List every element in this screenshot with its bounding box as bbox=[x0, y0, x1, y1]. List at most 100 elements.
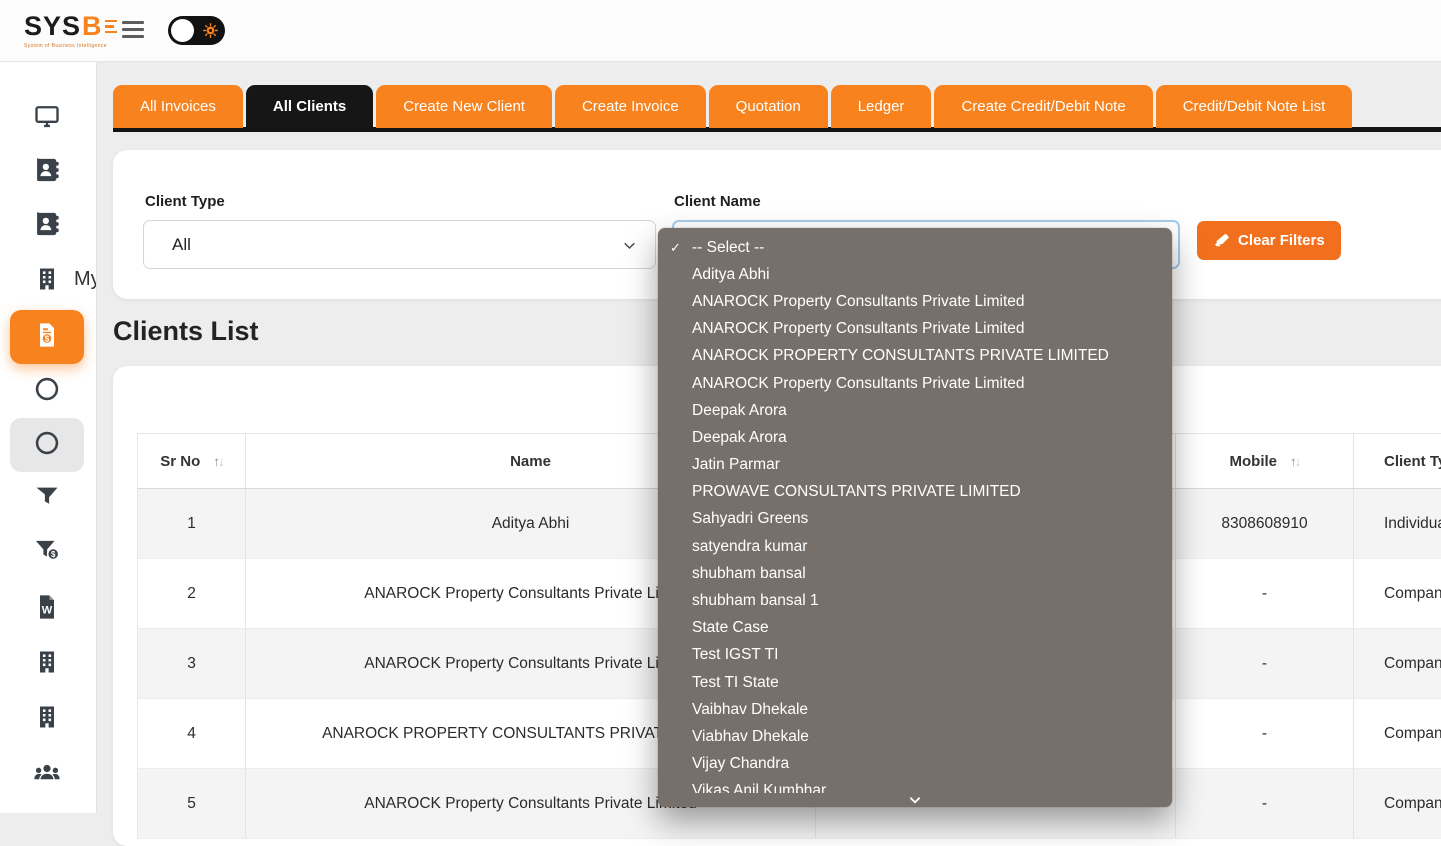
tab-bar: All InvoicesAll ClientsCreate New Client… bbox=[113, 85, 1441, 128]
client-type-select[interactable]: All bbox=[143, 220, 656, 269]
tab-create-new-client[interactable]: Create New Client bbox=[376, 85, 552, 128]
address-book-icon bbox=[33, 156, 61, 189]
sidebar-item-address-book-2[interactable] bbox=[10, 199, 84, 253]
sidebar-item-building-10[interactable] bbox=[10, 637, 84, 691]
dropdown-option[interactable]: Vaibhav Dhekale bbox=[658, 696, 1172, 723]
invoice-dollar-icon: $ bbox=[33, 321, 61, 354]
chevron-down-icon bbox=[622, 238, 637, 253]
dropdown-option-label: ANAROCK Property Consultants Private Lim… bbox=[692, 320, 1025, 338]
cell-mobile: - bbox=[1176, 559, 1354, 629]
dropdown-option-label: -- Select -- bbox=[692, 239, 764, 257]
sidebar-item-filter-dollar-8[interactable]: $ bbox=[10, 524, 84, 578]
sidebar-item-building-11[interactable] bbox=[10, 692, 84, 746]
monitor-icon bbox=[33, 102, 61, 135]
sidebar-item-label: My bbox=[74, 268, 97, 291]
sort-icon[interactable]: ↑↓ bbox=[213, 454, 223, 469]
svg-text:$: $ bbox=[51, 549, 56, 558]
dropdown-option-label: ANAROCK PROPERTY CONSULTANTS PRIVATE LIM… bbox=[692, 347, 1109, 365]
dropdown-option-label: Deepak Arora bbox=[692, 429, 787, 447]
dropdown-option[interactable]: Aditya Abhi bbox=[658, 261, 1172, 288]
theme-toggle[interactable] bbox=[168, 16, 225, 45]
building-icon bbox=[33, 703, 61, 736]
column-header-client-type: Client Type bbox=[1354, 434, 1441, 489]
sidebar-item-address-book-1[interactable] bbox=[10, 145, 84, 199]
dropdown-option[interactable]: Deepak Arora bbox=[658, 397, 1172, 424]
dropdown-option[interactable]: shubham bansal 1 bbox=[658, 587, 1172, 614]
tab-all-clients[interactable]: All Clients bbox=[246, 85, 373, 128]
dropdown-option-label: Sahyadri Greens bbox=[692, 510, 808, 528]
dropdown-option[interactable]: State Case bbox=[658, 615, 1172, 642]
menu-icon[interactable] bbox=[122, 21, 144, 42]
dropdown-option-label: Aditya Abhi bbox=[692, 266, 770, 284]
cell-client_type: Individual bbox=[1354, 489, 1441, 559]
gear-icon bbox=[202, 22, 219, 39]
logo-text: SYS bbox=[24, 11, 81, 42]
dropdown-option[interactable]: Vijay Chandra bbox=[658, 751, 1172, 778]
app-logo[interactable]: SYSB System of Business Intelligence bbox=[24, 11, 117, 49]
dropdown-option-label: Test IGST TI bbox=[692, 646, 778, 664]
dropdown-option-label: ANAROCK Property Consultants Private Lim… bbox=[692, 375, 1025, 393]
tab-ledger[interactable]: Ledger bbox=[831, 85, 932, 128]
sidebar-item-circle-outline-6[interactable] bbox=[10, 418, 84, 472]
building-icon bbox=[33, 265, 61, 298]
page-title: Clients List bbox=[113, 316, 259, 347]
sidebar-item-circle-outline-5[interactable] bbox=[10, 364, 84, 418]
dropdown-option[interactable]: ✓ -- Select -- bbox=[658, 234, 1172, 261]
cell-sr: 5 bbox=[138, 769, 246, 839]
sidebar: My $ $ W bbox=[0, 62, 97, 813]
column-header-sr-no[interactable]: Sr No↑↓ bbox=[138, 434, 246, 489]
tab-credit-debit-note-list[interactable]: Credit/Debit Note List bbox=[1156, 85, 1353, 128]
tab-create-credit-debit-note[interactable]: Create Credit/Debit Note bbox=[934, 85, 1152, 128]
tab-all-invoices[interactable]: All Invoices bbox=[113, 85, 243, 128]
dropdown-option[interactable]: Deepak Arora bbox=[658, 424, 1172, 451]
cell-client_type: Company bbox=[1354, 629, 1441, 699]
dropdown-option[interactable]: ANAROCK PROPERTY CONSULTANTS PRIVATE LIM… bbox=[658, 343, 1172, 370]
dropdown-option[interactable]: Test TI State bbox=[658, 669, 1172, 696]
tab-quotation[interactable]: Quotation bbox=[709, 85, 828, 128]
dropdown-option-label: satyendra kumar bbox=[692, 538, 807, 556]
sidebar-item-users-12[interactable] bbox=[10, 747, 84, 801]
dropdown-option[interactable]: ANAROCK Property Consultants Private Lim… bbox=[658, 370, 1172, 397]
client-name-label: Client Name bbox=[674, 193, 761, 210]
clear-filters-button[interactable]: Clear Filters bbox=[1197, 221, 1341, 260]
dropdown-option-label: PROWAVE CONSULTANTS PRIVATE LIMITED bbox=[692, 483, 1021, 501]
cell-sr: 3 bbox=[138, 629, 246, 699]
dropdown-option-label: ANAROCK Property Consultants Private Lim… bbox=[692, 293, 1025, 311]
svg-text:$: $ bbox=[45, 334, 50, 343]
dropdown-option-label: shubham bansal bbox=[692, 565, 806, 583]
dropdown-option[interactable]: ANAROCK Property Consultants Private Lim… bbox=[658, 316, 1172, 343]
column-header-mobile[interactable]: Mobile↑↓ bbox=[1176, 434, 1354, 489]
sidebar-item-invoice-dollar-4[interactable]: $ bbox=[10, 310, 84, 364]
top-bar: SYSB System of Business Intelligence bbox=[0, 0, 1441, 62]
dropdown-option[interactable]: Sahyadri Greens bbox=[658, 506, 1172, 533]
dropdown-option[interactable]: Jatin Parmar bbox=[658, 452, 1172, 479]
address-book-icon bbox=[33, 210, 61, 243]
dropdown-option[interactable]: satyendra kumar bbox=[658, 533, 1172, 560]
sidebar-item-building-3[interactable]: My bbox=[10, 254, 84, 308]
cell-client_type: Company bbox=[1354, 769, 1441, 839]
dropdown-option-label: shubham bansal 1 bbox=[692, 592, 819, 610]
dropdown-option-label: Jatin Parmar bbox=[692, 456, 780, 474]
sort-icon[interactable]: ↑↓ bbox=[1290, 454, 1300, 469]
dropdown-option[interactable]: PROWAVE CONSULTANTS PRIVATE LIMITED bbox=[658, 479, 1172, 506]
scroll-more-chevron[interactable] bbox=[658, 793, 1172, 807]
dropdown-option-label: State Case bbox=[692, 619, 769, 637]
sidebar-item-monitor-0[interactable] bbox=[10, 91, 84, 145]
dropdown-option[interactable]: Test IGST TI bbox=[658, 642, 1172, 669]
dropdown-option[interactable]: Viabhav Dhekale bbox=[658, 723, 1172, 750]
word-file-icon: W bbox=[33, 593, 61, 626]
cell-mobile: 8308608910 bbox=[1176, 489, 1354, 559]
cell-client_type: Company bbox=[1354, 559, 1441, 629]
tab-create-invoice[interactable]: Create Invoice bbox=[555, 85, 706, 128]
building-icon bbox=[33, 648, 61, 681]
checkmark-icon: ✓ bbox=[670, 240, 681, 256]
client-type-value: All bbox=[172, 235, 191, 255]
logo-tagline: System of Business Intelligence bbox=[24, 43, 117, 49]
sidebar-item-filter-7[interactable] bbox=[10, 472, 84, 526]
dropdown-option[interactable]: ANAROCK Property Consultants Private Lim… bbox=[658, 288, 1172, 315]
circle-outline-icon bbox=[33, 429, 61, 462]
dropdown-option[interactable]: shubham bansal bbox=[658, 560, 1172, 587]
users-icon bbox=[33, 758, 61, 791]
sidebar-item-word-file-9[interactable]: W bbox=[10, 582, 84, 636]
cell-sr: 2 bbox=[138, 559, 246, 629]
